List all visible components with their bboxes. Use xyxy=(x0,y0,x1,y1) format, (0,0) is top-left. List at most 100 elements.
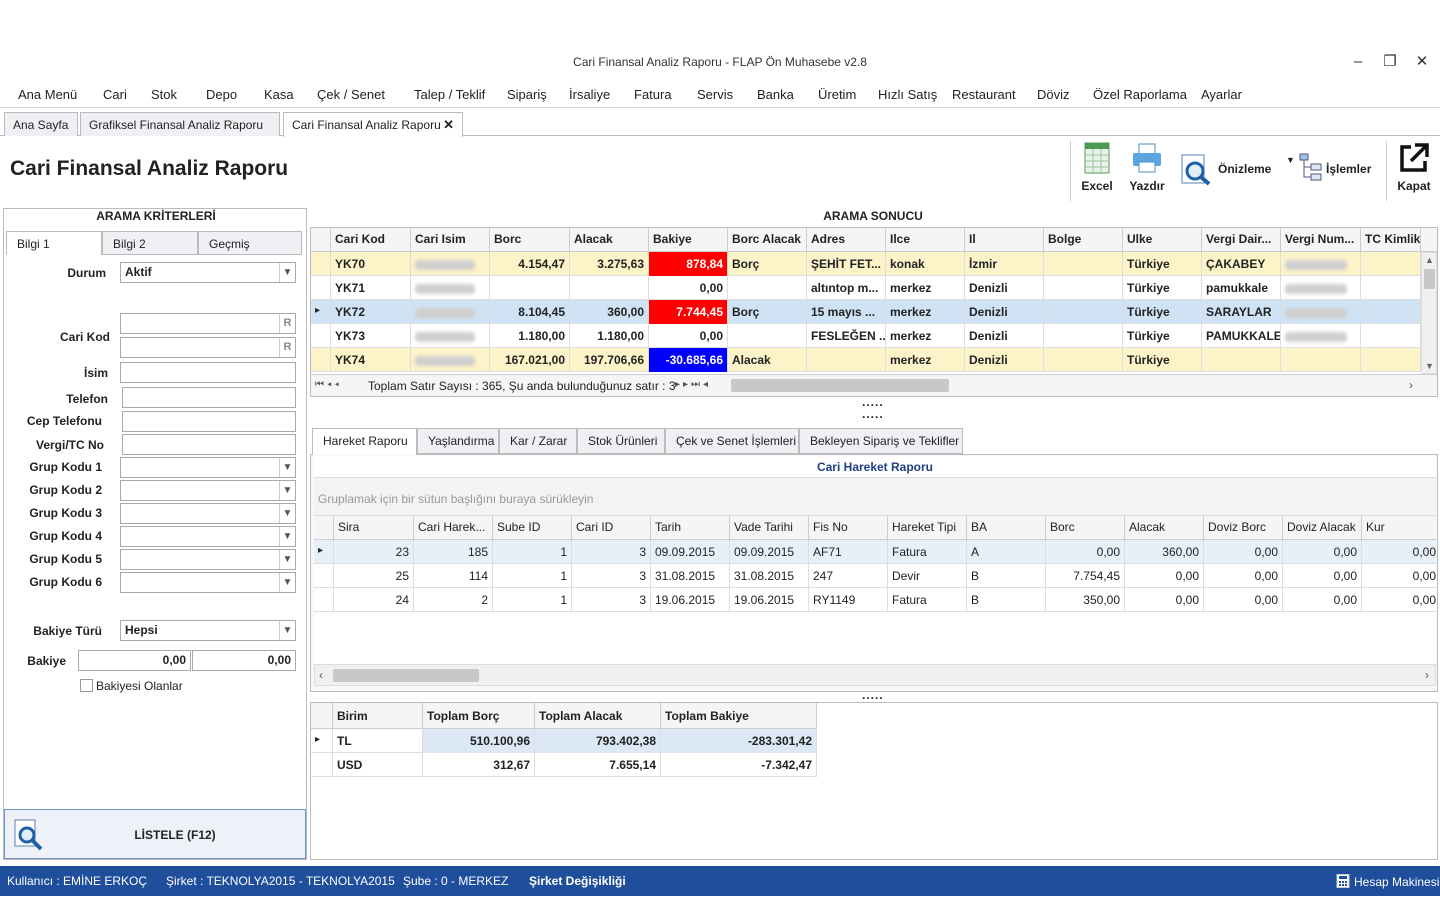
print-button[interactable]: Yazdır xyxy=(1124,141,1170,193)
col-borc-alacak[interactable]: Borc Alacak xyxy=(728,228,807,251)
grup-kodu-3-select[interactable]: ▼ xyxy=(120,503,296,524)
nav-next-last-icon[interactable]: ▸▸⏭◂ xyxy=(675,379,711,390)
col-kur[interactable]: Kur xyxy=(1362,516,1436,539)
table-row[interactable]: ▸ TL 510.100,96 793.402,38 -283.301,42 xyxy=(311,729,817,753)
col-cari-isim[interactable]: Cari Isim xyxy=(411,228,490,251)
tab-cek-senet[interactable]: Çek ve Senet İşlemleri xyxy=(665,428,799,454)
grup-kodu-4-select[interactable]: ▼ xyxy=(120,526,296,547)
table-row[interactable]: YK71 0,00 altıntop m... merkez Denizli Türkiy… xyxy=(311,276,1421,300)
col-cari-hareket[interactable]: Cari Harek... xyxy=(414,516,493,539)
col-bakiye[interactable]: Bakiye xyxy=(649,228,728,251)
scroll-right-icon[interactable]: › xyxy=(1409,378,1413,392)
scroll-down-icon[interactable]: ▼ xyxy=(1425,361,1434,371)
movement-horizontal-scrollbar[interactable]: ‹ › xyxy=(314,664,1436,686)
menu-ozel-raporlama[interactable]: Özel Raporlama xyxy=(1093,87,1187,102)
table-row[interactable]: YK74 167.021,00 197.706,66 -30.685,66 Alacak… xyxy=(311,348,1421,372)
col-alacak[interactable]: Alacak xyxy=(570,228,649,251)
horizontal-scroll-thumb[interactable] xyxy=(333,669,479,682)
col-cari-kod[interactable]: Cari Kod xyxy=(331,228,411,251)
scroll-left-icon[interactable]: ‹ xyxy=(319,668,323,682)
chevron-down-icon[interactable]: ▼ xyxy=(279,550,295,569)
tab-bilgi-1[interactable]: Bilgi 1 xyxy=(6,231,102,255)
col-tarih[interactable]: Tarih xyxy=(651,516,730,539)
col-doviz-alacak[interactable]: Doviz Alacak xyxy=(1283,516,1362,539)
bakiye-max-input[interactable]: 0,00 xyxy=(192,650,296,671)
tab-kar-zarar[interactable]: Kar / Zarar xyxy=(499,428,577,454)
col-sube-id[interactable]: Sube ID xyxy=(493,516,572,539)
col-vergi-dairesi[interactable]: Vergi Dair... xyxy=(1202,228,1281,251)
excel-button[interactable]: Excel xyxy=(1078,141,1116,193)
col-hareket-tipi[interactable]: Hareket Tipi xyxy=(888,516,967,539)
menu-uretim[interactable]: Üretim xyxy=(818,87,856,102)
menu-irsaliye[interactable]: İrsaliye xyxy=(569,87,610,102)
cari-kod-to-input[interactable]: R xyxy=(120,337,296,358)
chevron-down-icon[interactable]: ▼ xyxy=(279,527,295,546)
group-by-area[interactable]: Gruplamak için bir sütun başlığını buray… xyxy=(314,478,1436,516)
col-tc-kimlik[interactable]: TC Kimlik ... xyxy=(1361,228,1421,251)
kapat-button[interactable]: Kapat xyxy=(1392,141,1436,193)
col-toplam-alacak[interactable]: Toplam Alacak xyxy=(535,703,661,728)
tab-grafiksel-finansal[interactable]: Grafiksel Finansal Analiz Raporu xyxy=(80,112,280,136)
chevron-down-icon[interactable]: ▼ xyxy=(279,263,295,282)
col-adres[interactable]: Adres xyxy=(807,228,886,251)
range-r-button[interactable]: R xyxy=(279,338,295,357)
col-il[interactable]: Il xyxy=(965,228,1044,251)
menu-talep-teklif[interactable]: Talep / Teklif xyxy=(414,87,485,102)
menu-siparis[interactable]: Sipariş xyxy=(507,87,547,102)
menu-ana-menu[interactable]: Ana Menü xyxy=(18,87,77,102)
menu-banka[interactable]: Banka xyxy=(757,87,794,102)
col-bolge[interactable]: Bolge xyxy=(1044,228,1123,251)
cep-telefonu-input[interactable] xyxy=(122,411,296,432)
col-ulke[interactable]: Ulke xyxy=(1123,228,1202,251)
chevron-down-icon[interactable]: ▼ xyxy=(279,504,295,523)
telefon-input[interactable] xyxy=(122,387,296,408)
tab-bilgi-2[interactable]: Bilgi 2 xyxy=(102,231,198,255)
col-alacak[interactable]: Alacak xyxy=(1125,516,1204,539)
list-button[interactable]: LİSTELE (F12) xyxy=(4,809,306,859)
cari-kod-from-input[interactable]: R xyxy=(120,313,296,334)
col-toplam-bakiye[interactable]: Toplam Bakiye xyxy=(661,703,817,728)
horizontal-scroll-thumb[interactable] xyxy=(731,379,949,392)
menu-stok[interactable]: Stok xyxy=(151,87,177,102)
col-sira[interactable]: Sira xyxy=(334,516,414,539)
splitter-handle[interactable]: ..... xyxy=(862,407,884,421)
menu-depo[interactable]: Depo xyxy=(206,87,237,102)
menu-ayarlar[interactable]: Ayarlar xyxy=(1201,87,1242,102)
chevron-down-icon[interactable]: ▼ xyxy=(279,481,295,500)
isim-input[interactable] xyxy=(120,362,296,383)
grup-kodu-2-select[interactable]: ▼ xyxy=(120,480,296,501)
tab-cari-finansal[interactable]: Cari Finansal Analiz Raporu ✕ xyxy=(283,112,463,137)
durum-select[interactable]: Aktif ▼ xyxy=(120,262,296,283)
tab-stok-urunleri[interactable]: Stok Ürünleri xyxy=(577,428,665,454)
scroll-right-icon[interactable]: › xyxy=(1425,668,1429,682)
menu-fatura[interactable]: Fatura xyxy=(634,87,672,102)
table-row[interactable]: ▸ YK72 8.104,45 360,00 7.744,45 Borç 15 mayıs … xyxy=(311,300,1421,324)
close-tab-icon[interactable]: ✕ xyxy=(443,117,454,133)
bakiye-min-input[interactable]: 0,00 xyxy=(78,650,191,671)
grup-kodu-6-select[interactable]: ▼ xyxy=(120,572,296,593)
menu-hizli-satis[interactable]: Hızlı Satış xyxy=(878,87,937,102)
range-r-button[interactable]: R xyxy=(279,314,295,333)
restore-button[interactable]: ❐ xyxy=(1378,52,1402,72)
bakiye-turu-select[interactable]: Hepsi ▼ xyxy=(120,620,296,641)
minimize-button[interactable]: – xyxy=(1346,52,1370,72)
nav-first-prev-icon[interactable]: ⏮◂◂ xyxy=(315,379,342,390)
col-borc[interactable]: Borc xyxy=(1046,516,1125,539)
vergi-tc-input[interactable] xyxy=(122,434,296,455)
tab-yaslandirma[interactable]: Yaşlandırma xyxy=(417,428,499,454)
col-vergi-num[interactable]: Vergi Num... xyxy=(1281,228,1361,251)
col-doviz-borc[interactable]: Doviz Borc xyxy=(1204,516,1283,539)
col-birim[interactable]: Birim xyxy=(333,703,423,728)
bakiyesi-olanlar-checkbox[interactable] xyxy=(80,679,93,692)
menu-servis[interactable]: Servis xyxy=(697,87,733,102)
chevron-down-icon[interactable]: ▼ xyxy=(279,573,295,592)
menu-cari[interactable]: Cari xyxy=(103,87,127,102)
splitter-handle[interactable]: ..... xyxy=(862,688,884,702)
tab-gecmis[interactable]: Geçmiş xyxy=(198,231,302,255)
change-company-link[interactable]: Şirket Değişikliği xyxy=(529,874,626,888)
col-cari-id[interactable]: Cari ID xyxy=(572,516,651,539)
tab-ana-sayfa[interactable]: Ana Sayfa xyxy=(4,112,78,136)
col-vade-tarihi[interactable]: Vade Tarihi xyxy=(730,516,809,539)
grup-kodu-1-select[interactable]: ▼ xyxy=(120,457,296,478)
result-vertical-scrollbar[interactable]: ▲ ▼ xyxy=(1421,252,1437,374)
